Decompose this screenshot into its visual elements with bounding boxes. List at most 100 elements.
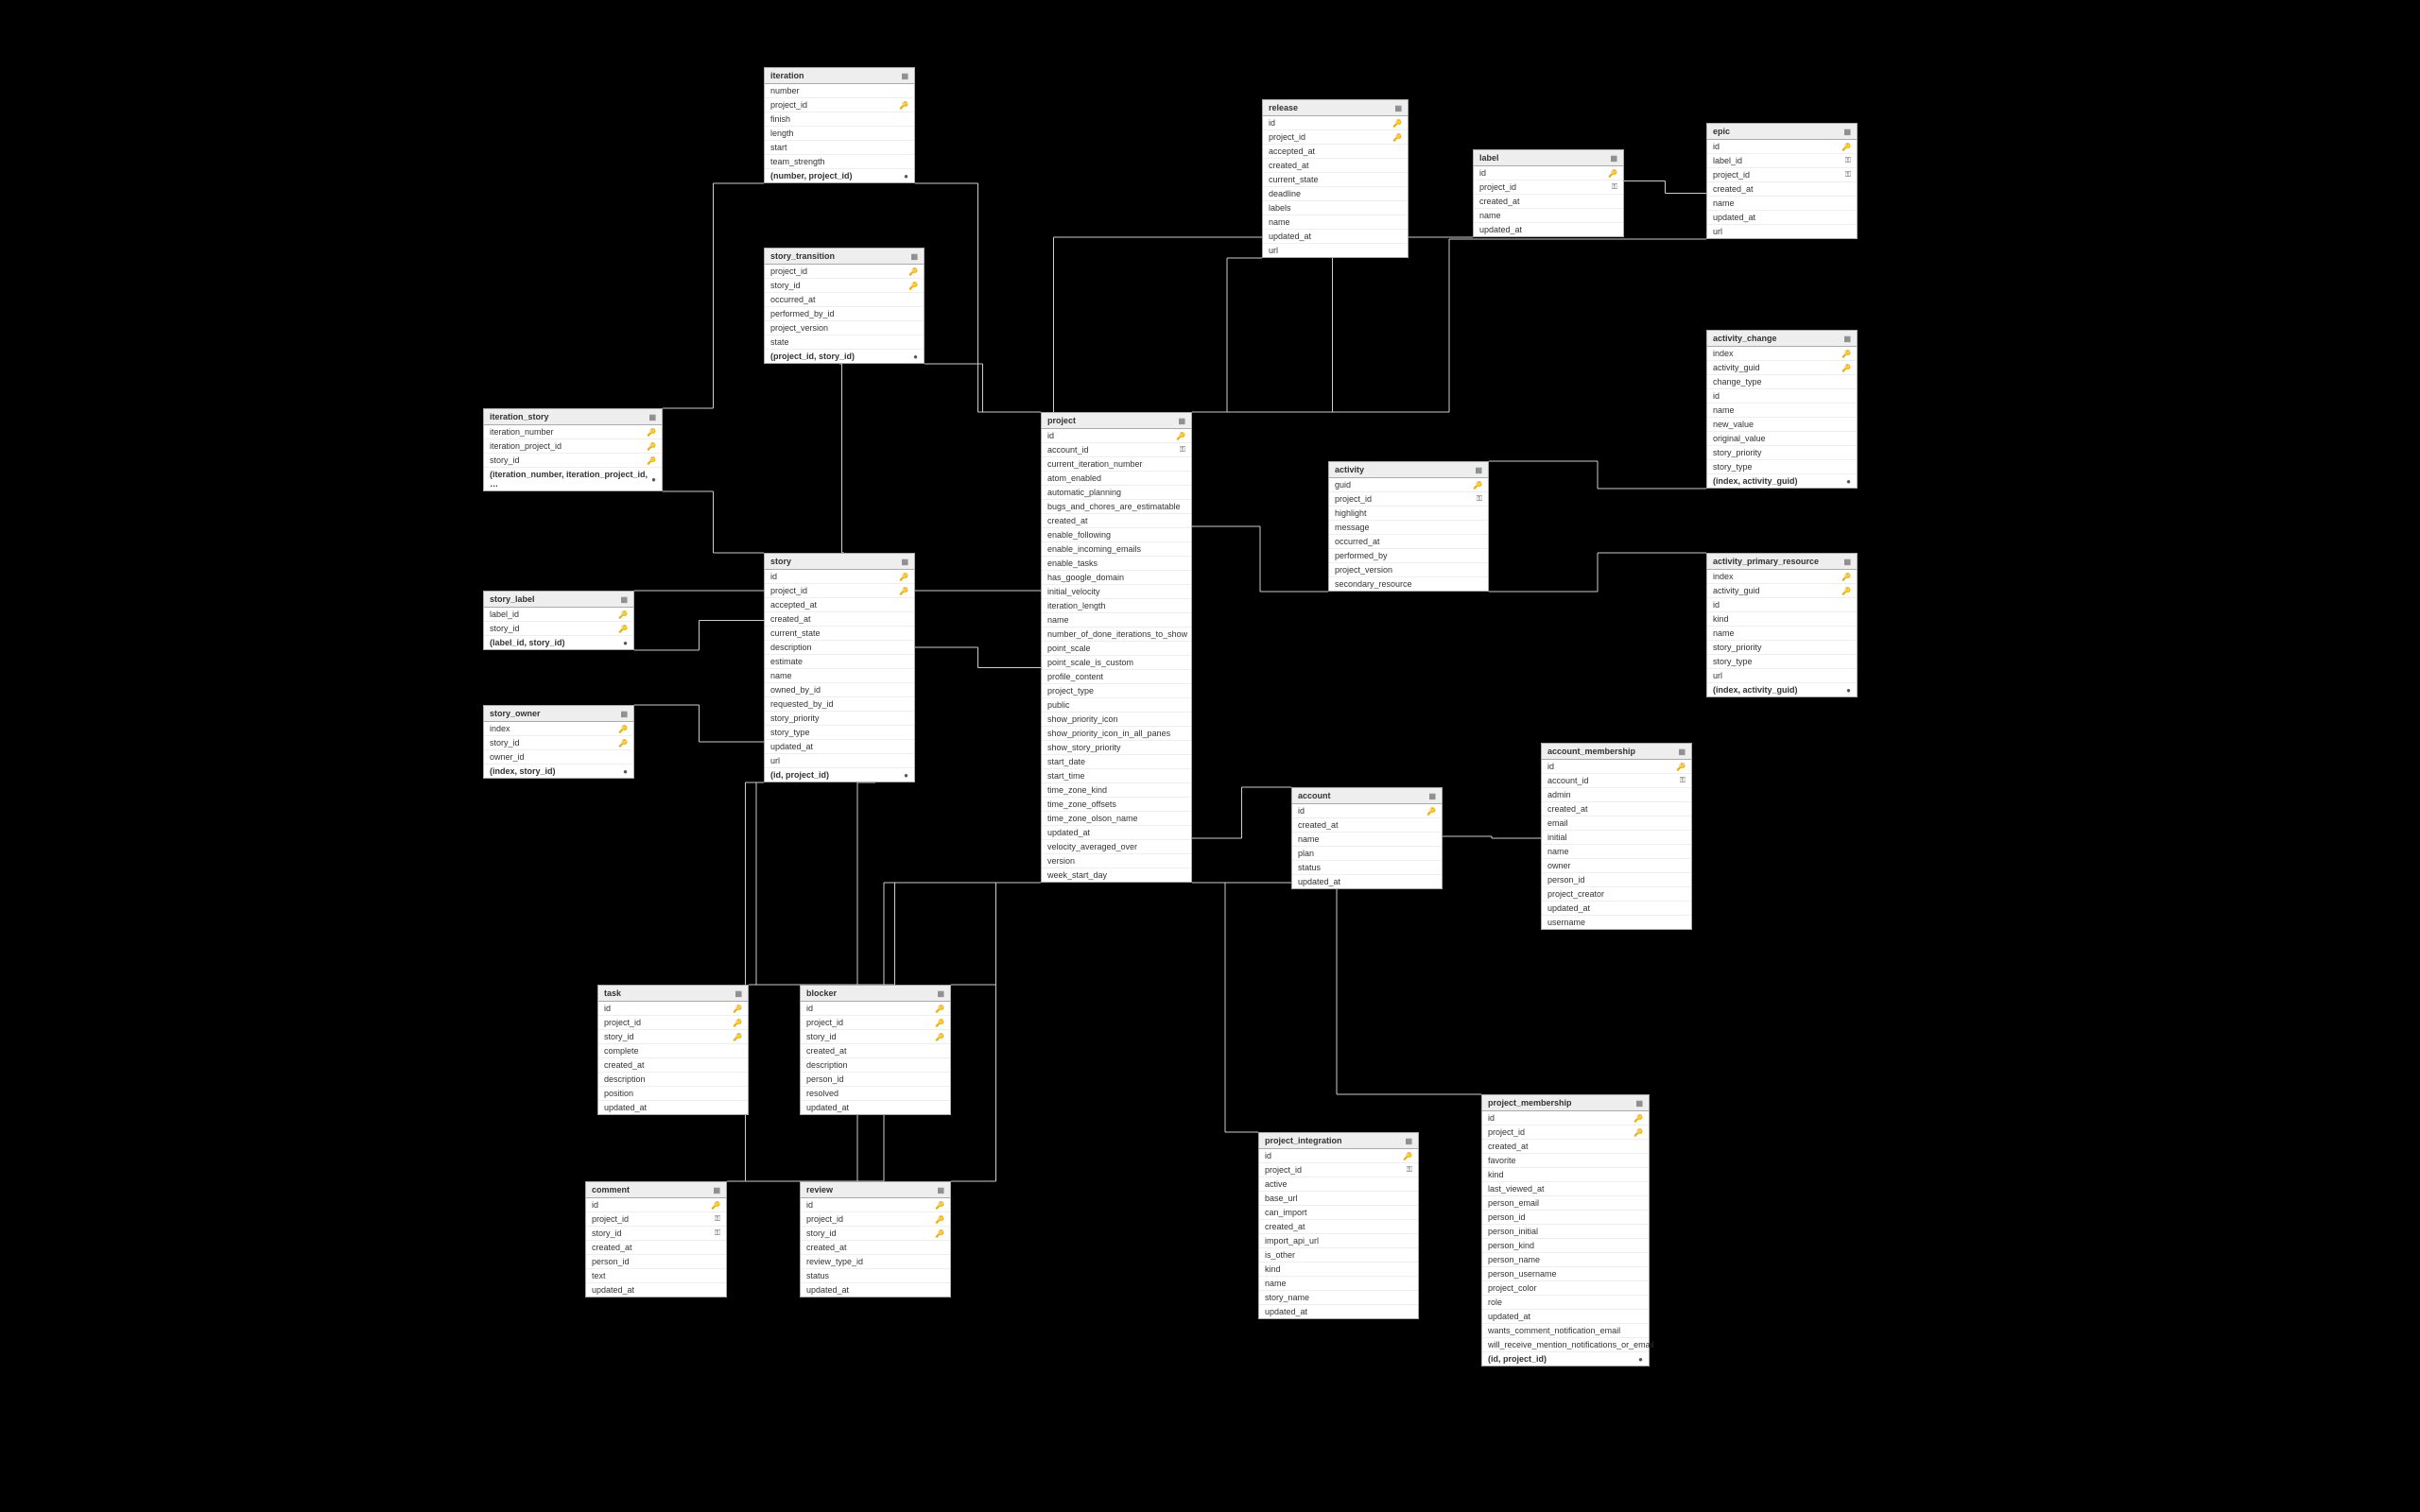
field-row[interactable]: iteration_number🔑 bbox=[484, 425, 662, 439]
field-row[interactable]: person_kind bbox=[1482, 1239, 1649, 1253]
field-row[interactable]: project_id🔑 bbox=[1263, 130, 1408, 145]
field-row[interactable]: name bbox=[1707, 404, 1857, 418]
field-row[interactable]: created_at bbox=[1292, 818, 1442, 833]
field-row[interactable]: person_id bbox=[801, 1073, 950, 1087]
field-row[interactable]: description bbox=[598, 1073, 748, 1087]
field-row[interactable]: created_at bbox=[801, 1241, 950, 1255]
field-row[interactable]: enable_tasks bbox=[1042, 557, 1191, 571]
entity-activity_change[interactable]: activity_change▦index🔑activity_guid🔑chan… bbox=[1706, 330, 1858, 489]
field-row[interactable]: project_id⚿ bbox=[1474, 180, 1623, 195]
field-row[interactable]: is_other bbox=[1259, 1248, 1418, 1263]
field-row[interactable]: position bbox=[598, 1087, 748, 1101]
field-row[interactable]: story_priority bbox=[1707, 446, 1857, 460]
field-row[interactable]: story_id🔑 bbox=[484, 736, 633, 750]
field-row[interactable]: id🔑 bbox=[1292, 804, 1442, 818]
field-row[interactable]: created_at bbox=[1259, 1220, 1418, 1234]
field-row[interactable]: name bbox=[1263, 215, 1408, 230]
field-row[interactable]: name bbox=[765, 669, 914, 683]
field-row[interactable]: performed_by_id bbox=[765, 307, 924, 321]
field-row[interactable]: url bbox=[765, 754, 914, 768]
field-row[interactable]: url bbox=[1263, 244, 1408, 257]
field-row[interactable]: version bbox=[1042, 854, 1191, 868]
field-row[interactable]: finish bbox=[765, 112, 914, 127]
field-row[interactable]: (id, project_id)● bbox=[765, 768, 914, 782]
field-row[interactable]: account_id⚿ bbox=[1042, 443, 1191, 457]
entity-blocker[interactable]: blocker▦id🔑project_id🔑story_id🔑created_a… bbox=[800, 985, 951, 1115]
field-row[interactable]: project_id🔑 bbox=[598, 1016, 748, 1030]
entity-header[interactable]: blocker▦ bbox=[801, 986, 950, 1002]
entity-account_membership[interactable]: account_membership▦id🔑account_id⚿admincr… bbox=[1541, 743, 1692, 930]
field-row[interactable]: label_id🔑 bbox=[484, 608, 633, 622]
field-row[interactable]: show_priority_icon_in_all_panes bbox=[1042, 727, 1191, 741]
field-row[interactable]: description bbox=[801, 1058, 950, 1073]
field-row[interactable]: number bbox=[765, 84, 914, 98]
field-row[interactable]: performed_by bbox=[1329, 549, 1488, 563]
entity-activity[interactable]: activity▦guid🔑project_id⚿highlightmessag… bbox=[1328, 461, 1489, 592]
field-row[interactable]: name bbox=[1707, 197, 1857, 211]
field-row[interactable]: updated_at bbox=[1482, 1310, 1649, 1324]
field-row[interactable]: (iteration_number, iteration_project_id,… bbox=[484, 468, 662, 490]
field-row[interactable]: id🔑 bbox=[1263, 116, 1408, 130]
field-row[interactable]: id bbox=[1707, 598, 1857, 612]
field-row[interactable]: current_state bbox=[765, 627, 914, 641]
field-row[interactable]: created_at bbox=[1263, 159, 1408, 173]
field-row[interactable]: created_at bbox=[1542, 802, 1691, 816]
field-row[interactable]: activity_guid🔑 bbox=[1707, 361, 1857, 375]
field-row[interactable]: id🔑 bbox=[1707, 140, 1857, 154]
field-row[interactable]: labels bbox=[1263, 201, 1408, 215]
field-row[interactable]: updated_at bbox=[765, 740, 914, 754]
field-row[interactable]: (project_id, story_id)● bbox=[765, 350, 924, 363]
field-row[interactable]: project_id🔑 bbox=[801, 1212, 950, 1227]
field-row[interactable]: story_id🔑 bbox=[484, 622, 633, 636]
entity-header[interactable]: iteration_story▦ bbox=[484, 409, 662, 425]
field-row[interactable]: start_time bbox=[1042, 769, 1191, 783]
field-row[interactable]: time_zone_kind bbox=[1042, 783, 1191, 798]
entity-activity_primary_resource[interactable]: activity_primary_resource▦index🔑activity… bbox=[1706, 553, 1858, 697]
entity-project_integration[interactable]: project_integration▦id🔑project_id⚿active… bbox=[1258, 1132, 1419, 1319]
field-row[interactable]: name bbox=[1707, 627, 1857, 641]
field-row[interactable]: project_id🔑 bbox=[765, 265, 924, 279]
field-row[interactable]: owner bbox=[1542, 859, 1691, 873]
field-row[interactable]: created_at bbox=[598, 1058, 748, 1073]
field-row[interactable]: new_value bbox=[1707, 418, 1857, 432]
field-row[interactable]: project_version bbox=[765, 321, 924, 335]
field-row[interactable]: estimate bbox=[765, 655, 914, 669]
field-row[interactable]: person_id bbox=[1542, 873, 1691, 887]
field-row[interactable]: created_at bbox=[1474, 195, 1623, 209]
entity-iteration_story[interactable]: iteration_story▦iteration_number🔑iterati… bbox=[483, 408, 663, 491]
field-row[interactable]: last_viewed_at bbox=[1482, 1182, 1649, 1196]
field-row[interactable]: person_name bbox=[1482, 1253, 1649, 1267]
entity-header[interactable]: release▦ bbox=[1263, 100, 1408, 116]
field-row[interactable]: project_id⚿ bbox=[1329, 492, 1488, 507]
field-row[interactable]: status bbox=[801, 1269, 950, 1283]
field-row[interactable]: deadline bbox=[1263, 187, 1408, 201]
field-row[interactable]: show_story_priority bbox=[1042, 741, 1191, 755]
field-row[interactable]: description bbox=[765, 641, 914, 655]
field-row[interactable]: (id, project_id)● bbox=[1482, 1352, 1649, 1366]
field-row[interactable]: project_id⚿ bbox=[586, 1212, 726, 1227]
field-row[interactable]: updated_at bbox=[1474, 223, 1623, 236]
field-row[interactable]: requested_by_id bbox=[765, 697, 914, 712]
field-row[interactable]: project_color bbox=[1482, 1281, 1649, 1296]
field-row[interactable]: story_id🔑 bbox=[484, 454, 662, 468]
field-row[interactable]: story_type bbox=[1707, 655, 1857, 669]
field-row[interactable]: iteration_length bbox=[1042, 599, 1191, 613]
field-row[interactable]: updated_at bbox=[1259, 1305, 1418, 1318]
field-row[interactable]: review_type_id bbox=[801, 1255, 950, 1269]
entity-header[interactable]: account_membership▦ bbox=[1542, 744, 1691, 760]
field-row[interactable]: story_priority bbox=[765, 712, 914, 726]
field-row[interactable]: id🔑 bbox=[1474, 166, 1623, 180]
field-row[interactable]: project_id🔑 bbox=[765, 98, 914, 112]
field-row[interactable]: velocity_averaged_over bbox=[1042, 840, 1191, 854]
field-row[interactable]: kind bbox=[1259, 1263, 1418, 1277]
field-row[interactable]: id🔑 bbox=[1042, 429, 1191, 443]
field-row[interactable]: import_api_url bbox=[1259, 1234, 1418, 1248]
field-row[interactable]: point_scale_is_custom bbox=[1042, 656, 1191, 670]
entity-header[interactable]: iteration▦ bbox=[765, 68, 914, 84]
field-row[interactable]: text bbox=[586, 1269, 726, 1283]
field-row[interactable]: week_start_day bbox=[1042, 868, 1191, 882]
field-row[interactable]: start_date bbox=[1042, 755, 1191, 769]
field-row[interactable]: name bbox=[1042, 613, 1191, 627]
field-row[interactable]: id🔑 bbox=[1259, 1149, 1418, 1163]
field-row[interactable]: id🔑 bbox=[765, 570, 914, 584]
